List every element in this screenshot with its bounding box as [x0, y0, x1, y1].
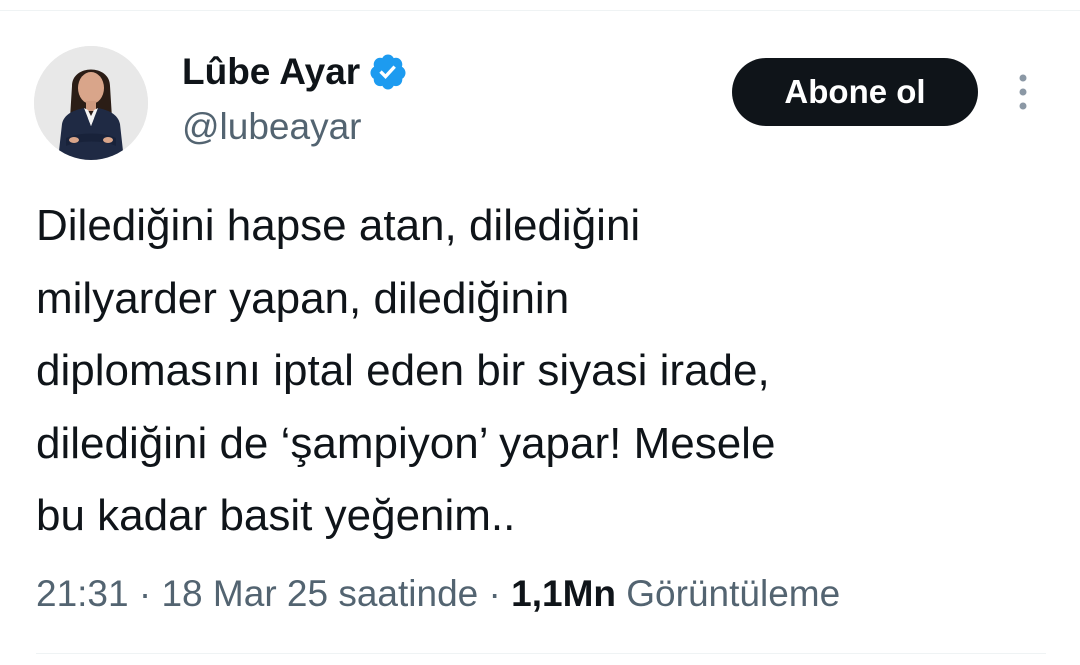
views-label: Görüntüleme	[626, 573, 841, 614]
more-vertical-icon	[1019, 74, 1027, 110]
tweet-line: Dilediğini hapse atan, dilediğini	[36, 201, 641, 250]
tweet-line: milyarder yapan, dilediğinin	[36, 273, 570, 323]
tweet-text: Dilediğini hapse atan, dilediğini milyar…	[36, 190, 1056, 553]
meta-separator: ·	[138, 573, 152, 614]
meta-separator: ·	[488, 573, 501, 614]
tweet-meta: 21:31 · 18 Mar 25 saatinde · 1,1Mn Görün…	[36, 570, 840, 618]
subscribe-button[interactable]: Abone ol	[732, 58, 978, 126]
more-options-button[interactable]	[1006, 70, 1040, 114]
bottom-divider	[36, 653, 1046, 654]
avatar-image	[34, 46, 148, 160]
top-divider	[0, 10, 1080, 11]
tweet-date[interactable]: 18 Mar 25 saatinde	[161, 573, 478, 614]
views-count[interactable]: 1,1Mn	[511, 573, 616, 614]
tweet-line: dilediğini de ‘şampiyon’ yapar! Mesele	[36, 418, 776, 468]
tweet-time[interactable]: 21:31	[36, 573, 129, 614]
avatar[interactable]	[34, 46, 148, 160]
author-name-text: Lûbe Ayar	[182, 51, 361, 92]
author-display-name[interactable]: Lûbe Ayar	[182, 52, 408, 92]
tweet-line: diplomasını iptal eden bir siyasi irade,	[36, 346, 770, 395]
verified-badge-icon	[368, 52, 408, 92]
tweet-line: bu kadar basit yeğenim..	[36, 491, 516, 540]
author-handle[interactable]: @lubeayar	[182, 106, 362, 148]
